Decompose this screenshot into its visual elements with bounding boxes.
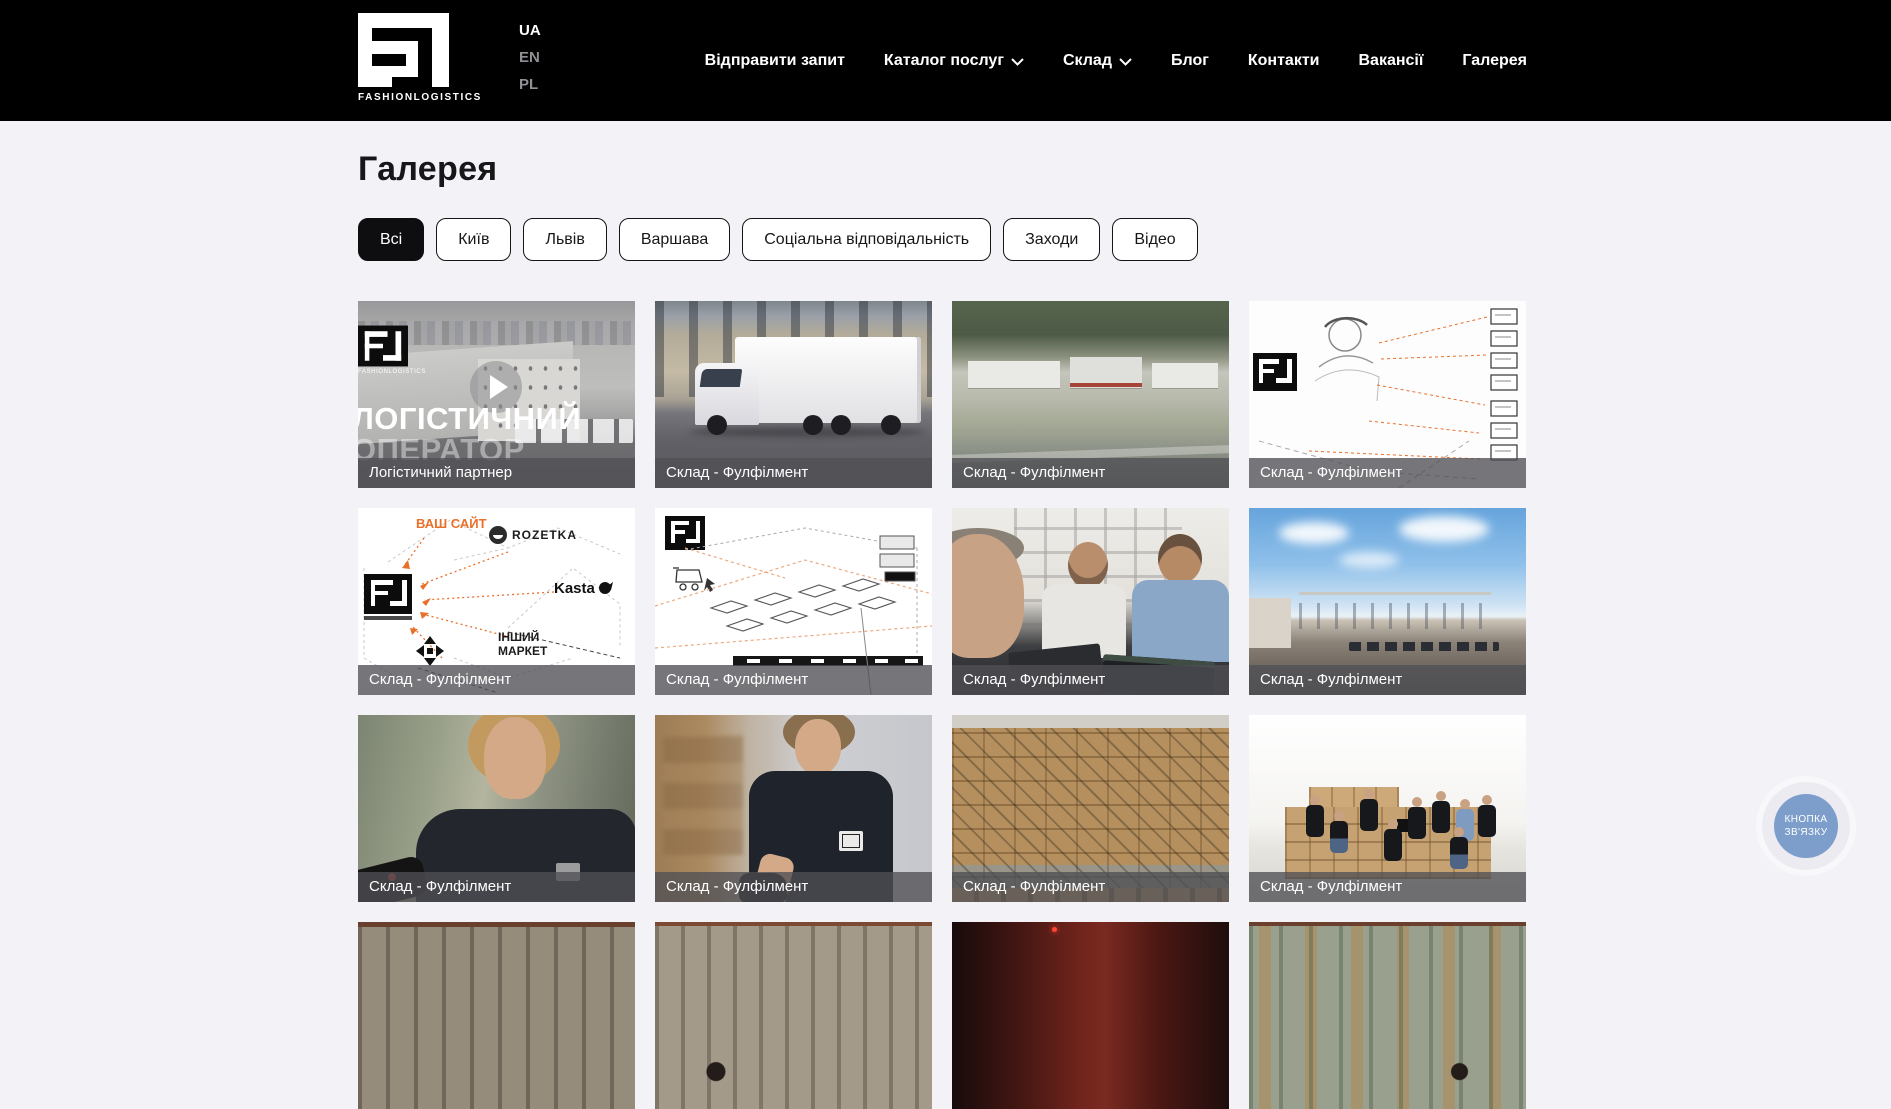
chevron-down-icon (1119, 58, 1132, 66)
connect-button[interactable]: КНОПКА ЗВ'ЯЗКУ (1762, 782, 1850, 870)
lang-pl[interactable]: PL (519, 71, 541, 98)
tile-caption: Склад - Фулфілмент (1249, 665, 1526, 695)
gallery-tile-warehouse-building[interactable]: Склад - Фулфілмент (1249, 508, 1526, 695)
gallery-tile-racks-person[interactable] (655, 922, 932, 1109)
tile-caption: Склад - Фулфілмент (655, 872, 932, 902)
filter-video[interactable]: Відео (1112, 218, 1197, 261)
tile-art (1359, 789, 1379, 833)
filter-all[interactable]: Всі (358, 218, 424, 261)
tile-caption: Склад - Фулфілмент (358, 872, 635, 902)
filter-events[interactable]: Заходи (1003, 218, 1100, 261)
gallery-filters: Всі Київ Львів Варшава Соціальна відпові… (358, 218, 1198, 261)
tile-art (795, 719, 841, 775)
tile-art (1449, 827, 1469, 871)
main-nav: Відправити запит Каталог послуг Склад Бл… (705, 0, 1527, 121)
tile-caption: Склад - Фулфілмент (952, 665, 1229, 695)
tile-art (663, 735, 743, 855)
tile-caption: Склад - Фулфілмент (952, 458, 1229, 488)
connect-button-label-line1: КНОПКА (1785, 813, 1828, 826)
nav-warehouse[interactable]: Склад (1063, 52, 1132, 70)
gallery-tile-warehouse-scheme[interactable]: Склад - Фулфілмент (655, 508, 932, 695)
watermark-logo: FASHIONLOGISTICS (358, 325, 410, 375)
tile-art (1249, 598, 1291, 648)
brand-logo[interactable]: FASHIONLOGISTICS (358, 13, 450, 103)
lang-ua[interactable]: UA (519, 17, 541, 44)
tile-art (831, 415, 851, 435)
tile-art (803, 415, 823, 435)
tile-art (1383, 819, 1403, 863)
gallery-tile-engineer-sketch[interactable]: Склад - Фулфілмент (1249, 301, 1526, 488)
nav-gallery[interactable]: Галерея (1462, 52, 1527, 70)
tile-art (1407, 797, 1427, 841)
tile-art (1305, 795, 1325, 839)
filter-social-responsibility[interactable]: Соціальна відповідальність (742, 218, 991, 261)
tile-art (484, 717, 546, 799)
tile-caption: Склад - Фулфілмент (655, 458, 932, 488)
lang-en[interactable]: EN (519, 44, 541, 71)
tile-art (700, 369, 743, 387)
diagram-label-other-market: ІНШИЙ (498, 630, 539, 644)
tile-caption: Склад - Фулфілмент (1249, 872, 1526, 902)
tile-art (1349, 642, 1499, 651)
language-switcher: UA EN PL (519, 17, 541, 98)
page-title: Галерея (358, 150, 497, 189)
tile-art (1329, 811, 1349, 855)
brand-logo-icon (358, 13, 450, 87)
nav-vacancies[interactable]: Вакансії (1359, 52, 1424, 70)
tile-art (881, 415, 901, 435)
gallery-tile-racks[interactable] (358, 922, 635, 1109)
tile-art (1477, 795, 1497, 839)
gallery-tile-truck[interactable]: Склад - Фулфілмент (655, 301, 932, 488)
tile-art (1431, 791, 1451, 835)
gallery-tile-box-stacks[interactable]: Склад - Фулфілмент (952, 715, 1229, 902)
nav-services-catalog[interactable]: Каталог послуг (884, 52, 1024, 70)
tile-art (1339, 552, 1399, 568)
site-header: FASHIONLOGISTICS UA EN PL Відправити зап… (0, 0, 1891, 121)
nav-blog[interactable]: Блог (1171, 52, 1209, 70)
diagram-label-kasta: Kasta (554, 580, 595, 597)
tile-caption: Склад - Фулфілмент (358, 665, 635, 695)
tile-art (735, 337, 921, 423)
tile-art (1158, 534, 1202, 584)
gallery-tile-team-photo[interactable]: Склад - Фулфілмент (1249, 715, 1526, 902)
tile-art (968, 361, 1060, 388)
nav-contacts[interactable]: Контакти (1248, 52, 1320, 70)
gallery-grid: FASHIONLOGISTICS ЛОГІСТИЧНИЙ ОПЕРАТОР Ло… (358, 301, 1526, 1109)
tile-caption: Логістичний партнер (358, 458, 635, 488)
gallery-tile-racks-boxes[interactable] (1249, 922, 1526, 1109)
tile-art (1152, 363, 1218, 388)
connect-button-label-line2: ЗВ'ЯЗКУ (1785, 826, 1828, 839)
gallery-tile-worker-closeup[interactable]: Склад - Фулфілмент (358, 715, 635, 902)
diagram-label-your-site: ВАШ САЙТ (416, 516, 487, 531)
brand-name: FASHIONLOGISTICS (358, 92, 450, 103)
gallery-tile-dark-red[interactable] (952, 922, 1229, 1109)
tile-art (1279, 522, 1349, 544)
filter-kyiv[interactable]: Київ (436, 218, 511, 261)
filter-lviv[interactable]: Львів (523, 218, 606, 261)
tile-art (1399, 516, 1489, 542)
tile-art (839, 831, 863, 851)
gallery-tile-channels-diagram[interactable]: ВАШ САЙТ ROZETKA Kasta ІНШИЙ МАРКЕТ Скла… (358, 508, 635, 695)
gallery-tile-worker-scanner[interactable]: Склад - Фулфілмент (655, 715, 932, 902)
diagram-label-other-market: МАРКЕТ (498, 644, 547, 658)
tile-caption: Склад - Фулфілмент (655, 665, 932, 695)
tile-caption: Склад - Фулфілмент (1249, 458, 1526, 488)
tile-art (1068, 542, 1108, 588)
tile-art (1132, 580, 1229, 662)
nav-send-request[interactable]: Відправити запит (705, 52, 845, 70)
connect-button-inner: КНОПКА ЗВ'ЯЗКУ (1774, 794, 1838, 858)
diagram-label-rozetka: ROZETKA (512, 528, 577, 542)
tile-art (707, 415, 727, 435)
tile-art (1070, 383, 1142, 387)
tile-art (1052, 927, 1057, 932)
tile-caption: Склад - Фулфілмент (952, 872, 1229, 902)
chevron-down-icon (1011, 58, 1024, 66)
filter-warsaw[interactable]: Варшава (619, 218, 730, 261)
gallery-tile-office-meeting[interactable]: Склад - Фулфілмент (952, 508, 1229, 695)
gallery-tile-video-logistics-operator[interactable]: FASHIONLOGISTICS ЛОГІСТИЧНИЙ ОПЕРАТОР Ло… (358, 301, 635, 488)
gallery-tile-aerial-park[interactable]: Склад - Фулфілмент (952, 301, 1229, 488)
